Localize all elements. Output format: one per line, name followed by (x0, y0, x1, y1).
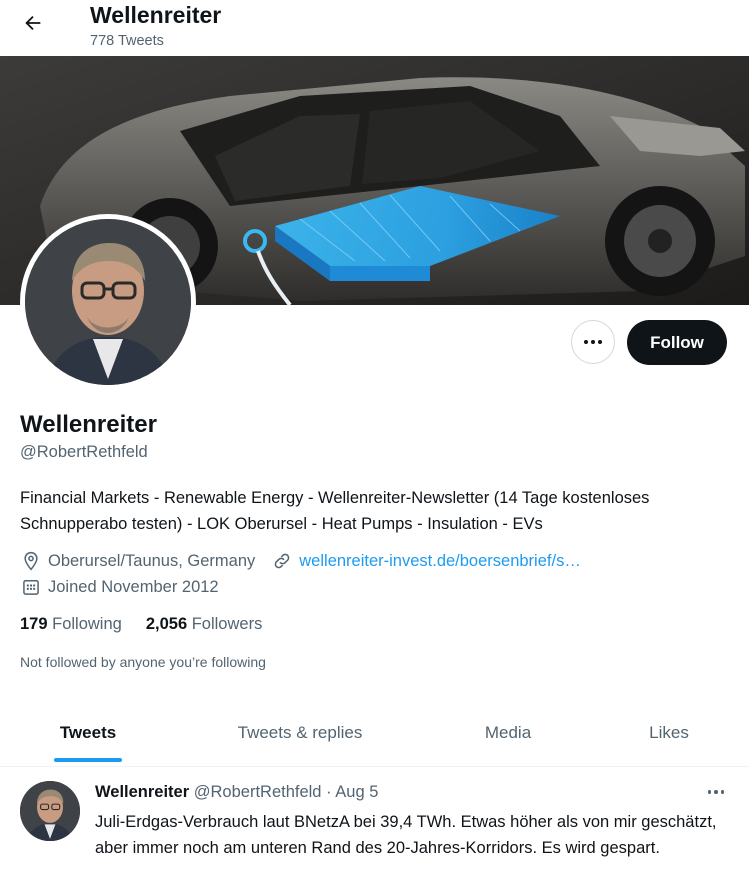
more-dots-icon (707, 790, 712, 794)
calendar-icon (20, 576, 42, 598)
back-arrow-icon (25, 15, 41, 31)
tweet-date[interactable]: Aug 5 (335, 783, 378, 801)
profile-handle: @RobertRethfeld (20, 443, 148, 461)
tweet-header: Wellenreiter @RobertRethfeld · Aug 5 (95, 783, 378, 802)
tab-tweets[interactable]: Tweets (20, 700, 156, 766)
not-followed-note: Not followed by anyone you’re following (20, 654, 266, 670)
profile-meta-row: Oberursel/Taunus, Germany wellenreiter-i… (20, 550, 581, 572)
tweet-author-avatar[interactable] (20, 781, 80, 841)
profile-website-link[interactable]: wellenreiter-invest.de/boersenbrief/s… (299, 552, 581, 571)
header-tweet-count: 778 Tweets (90, 33, 164, 49)
location-pin-icon (20, 550, 42, 572)
profile-joined-date: Joined November 2012 (48, 577, 219, 596)
back-button[interactable] (14, 4, 52, 42)
profile-avatar[interactable] (20, 214, 196, 390)
more-options-button[interactable] (571, 320, 615, 364)
following-count-link[interactable]: 179 Following (20, 615, 122, 634)
tweet-more-button[interactable] (698, 777, 734, 807)
profile-location: Oberursel/Taunus, Germany (48, 551, 256, 570)
tweet-author-handle[interactable]: @RobertRethfeld (194, 783, 322, 801)
header-title: Wellenreiter (90, 2, 222, 28)
more-dots-icon (584, 340, 588, 344)
follow-button[interactable]: Follow (627, 320, 727, 365)
tweet-text: Juli-Erdgas-Verbrauch laut BNetzA bei 39… (95, 813, 717, 857)
followers-label: Followers (191, 615, 263, 633)
profile-bio: Financial Markets - Renewable Energy - W… (20, 489, 650, 533)
followers-count-link[interactable]: 2,056 Followers (146, 615, 263, 634)
tab-tweets-replies[interactable]: Tweets & replies (205, 700, 395, 766)
tab-likes[interactable]: Likes (612, 700, 726, 766)
tweet-avatar-image (20, 781, 80, 841)
top-header: Wellenreiter 778 Tweets (0, 0, 753, 56)
link-icon (271, 550, 293, 572)
active-tab-indicator (54, 758, 122, 762)
tweet-separator: · (326, 783, 332, 801)
avatar-image (25, 219, 191, 385)
tweet-author-name[interactable]: Wellenreiter (95, 783, 189, 801)
tab-media[interactable]: Media (448, 700, 568, 766)
profile-joined-row: Joined November 2012 (20, 576, 219, 598)
profile-tabs: Tweets Tweets & replies Media Likes (0, 700, 749, 767)
profile-name: Wellenreiter (20, 411, 157, 438)
followers-count: 2,056 (145, 615, 188, 633)
follow-counts: 179 Following 2,056 Followers (20, 615, 262, 634)
following-label: Following (52, 615, 122, 633)
following-count: 179 (20, 615, 48, 633)
tweet-item[interactable]: Wellenreiter @RobertRethfeld · Aug 5 Jul… (0, 767, 749, 880)
